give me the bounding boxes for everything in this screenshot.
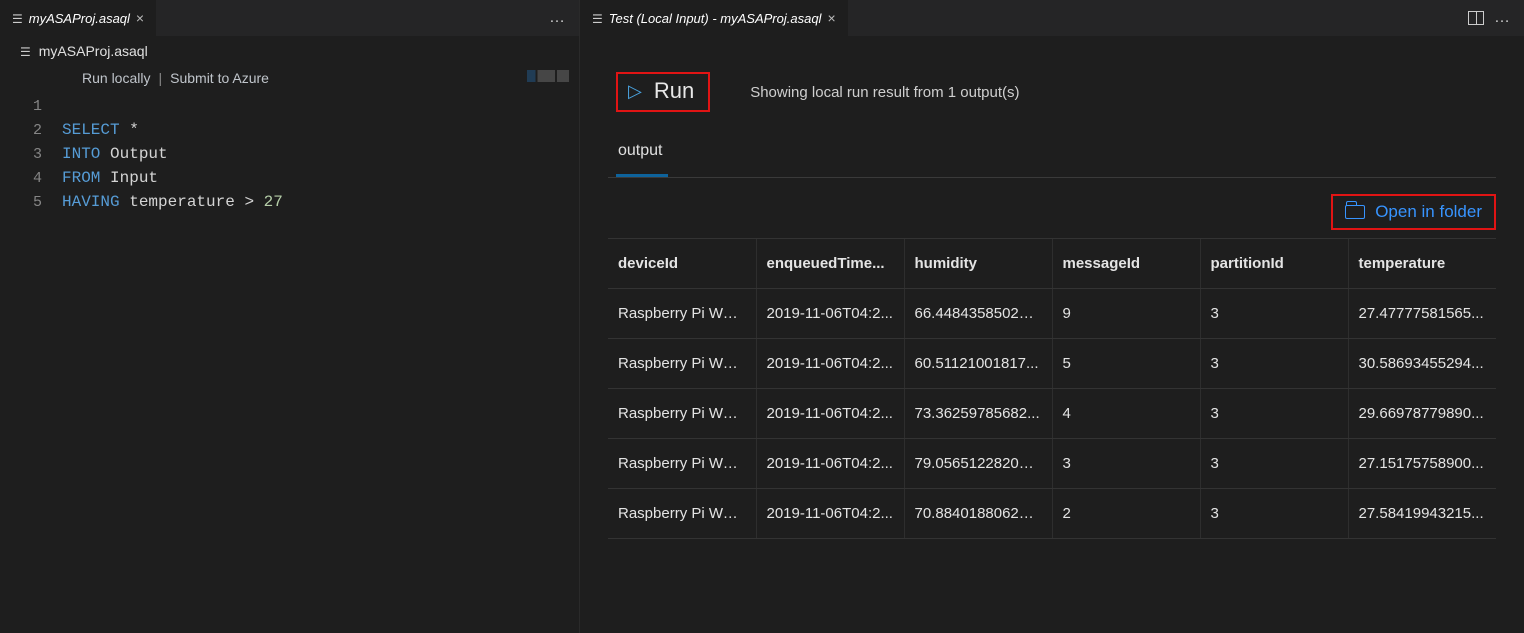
code-content[interactable]: FROM Input (62, 169, 158, 187)
table-cell: Raspberry Pi Web ... (608, 339, 756, 389)
line-number: 5 (0, 194, 62, 211)
table-cell: 3 (1200, 489, 1348, 539)
line-number: 4 (0, 170, 62, 187)
table-cell: 2019-11-06T04:2... (756, 389, 904, 439)
table-row[interactable]: Raspberry Pi Web ...2019-11-06T04:2...66… (608, 289, 1496, 339)
line-number: 2 (0, 122, 62, 139)
table-cell: 27.47777581565... (1348, 289, 1496, 339)
table-cell: 3 (1200, 389, 1348, 439)
right-tabs: Test (Local Input) - myASAProj.asaql × (580, 0, 1524, 36)
line-number: 1 (0, 98, 62, 115)
table-cell: 30.58693455294... (1348, 339, 1496, 389)
column-header[interactable]: partitionId (1200, 239, 1348, 289)
table-header-row: deviceIdenqueuedTime...humiditymessageId… (608, 239, 1496, 289)
results-pane: Test (Local Input) - myASAProj.asaql × ▷… (580, 0, 1524, 633)
results-table: deviceIdenqueuedTime...humiditymessageId… (608, 238, 1496, 539)
code-editor[interactable]: 12SELECT *3INTO Output4FROM Input5HAVING… (0, 94, 579, 214)
left-tabs: myASAProj.asaql × (0, 0, 579, 36)
table-cell: 3 (1200, 439, 1348, 489)
table-row[interactable]: Raspberry Pi Web ...2019-11-06T04:2...60… (608, 339, 1496, 389)
table-row[interactable]: Raspberry Pi Web ...2019-11-06T04:2...73… (608, 389, 1496, 439)
play-icon: ▷ (628, 81, 642, 102)
table-cell: 2019-11-06T04:2... (756, 289, 904, 339)
code-content[interactable]: SELECT * (62, 121, 139, 139)
table-cell: 9 (1052, 289, 1200, 339)
column-header[interactable]: deviceId (608, 239, 756, 289)
table-row[interactable]: Raspberry Pi Web ...2019-11-06T04:2...70… (608, 489, 1496, 539)
table-cell: 66.4484358502758 (904, 289, 1052, 339)
file-lines-icon (592, 11, 603, 26)
table-cell: 29.66978779890... (1348, 389, 1496, 439)
separator: | (158, 70, 162, 86)
editor-codelens: Run locally | Submit to Azure (0, 66, 579, 94)
file-lines-icon (12, 11, 23, 26)
open-in-folder-button[interactable]: Open in folder (1331, 194, 1496, 230)
table-cell: 4 (1052, 389, 1200, 439)
table-cell: 60.51121001817... (904, 339, 1052, 389)
submit-azure-link[interactable]: Submit to Azure (170, 70, 269, 86)
open-in-folder-label: Open in folder (1375, 202, 1482, 222)
table-cell: Raspberry Pi Web ... (608, 489, 756, 539)
table-cell: Raspberry Pi Web ... (608, 389, 756, 439)
breadcrumb-file[interactable]: myASAProj.asaql (39, 43, 148, 59)
run-button[interactable]: ▷ Run (616, 72, 710, 112)
table-row[interactable]: Raspberry Pi Web ...2019-11-06T04:2...79… (608, 439, 1496, 489)
minimap[interactable] (527, 70, 575, 82)
table-cell: 2019-11-06T04:2... (756, 339, 904, 389)
column-header[interactable]: humidity (904, 239, 1052, 289)
table-cell: 73.36259785682... (904, 389, 1052, 439)
table-cell: 3 (1200, 339, 1348, 389)
column-header[interactable]: messageId (1052, 239, 1200, 289)
folder-icon (1345, 205, 1365, 219)
table-body: Raspberry Pi Web ...2019-11-06T04:2...66… (608, 289, 1496, 539)
table-cell: Raspberry Pi Web ... (608, 439, 756, 489)
code-line[interactable]: 4FROM Input (0, 166, 579, 190)
tab-file[interactable]: myASAProj.asaql × (0, 0, 157, 36)
code-line[interactable]: 1 (0, 94, 579, 118)
code-line[interactable]: 3INTO Output (0, 142, 579, 166)
tab-title: myASAProj.asaql (29, 11, 130, 26)
tab-title: Test (Local Input) - myASAProj.asaql (609, 11, 822, 26)
code-content[interactable]: HAVING temperature > 27 (62, 193, 283, 211)
table-cell: 2019-11-06T04:2... (756, 439, 904, 489)
editor-pane: myASAProj.asaql × myASAProj.asaql Run lo… (0, 0, 580, 633)
table-cell: 70.8840188062363 (904, 489, 1052, 539)
run-status: Showing local run result from 1 output(s… (750, 84, 1019, 101)
code-line[interactable]: 2SELECT * (0, 118, 579, 142)
table-cell: 79.0565122820593 (904, 439, 1052, 489)
line-number: 3 (0, 146, 62, 163)
divider (608, 177, 1496, 178)
tab-output[interactable]: output (616, 132, 664, 172)
code-content[interactable]: INTO Output (62, 145, 168, 163)
breadcrumb: myASAProj.asaql (0, 36, 579, 66)
table-cell: 5 (1052, 339, 1200, 389)
column-header[interactable]: temperature (1348, 239, 1496, 289)
table-cell: 2 (1052, 489, 1200, 539)
column-header[interactable]: enqueuedTime... (756, 239, 904, 289)
table-cell: 27.58419943215... (1348, 489, 1496, 539)
table-cell: 3 (1200, 289, 1348, 339)
table-cell: 27.15175758900... (1348, 439, 1496, 489)
table-cell: 3 (1052, 439, 1200, 489)
file-lines-icon (20, 43, 31, 59)
code-line[interactable]: 5HAVING temperature > 27 (0, 190, 579, 214)
tab-results[interactable]: Test (Local Input) - myASAProj.asaql × (580, 0, 849, 36)
split-editor-icon[interactable] (1468, 11, 1484, 25)
more-icon[interactable] (1494, 9, 1510, 27)
run-label: Run (654, 78, 694, 104)
more-icon[interactable] (549, 9, 565, 27)
table-cell: Raspberry Pi Web ... (608, 289, 756, 339)
table-cell: 2019-11-06T04:2... (756, 489, 904, 539)
close-icon[interactable]: × (136, 10, 144, 26)
close-icon[interactable]: × (827, 10, 835, 26)
run-locally-link[interactable]: Run locally (82, 70, 150, 86)
